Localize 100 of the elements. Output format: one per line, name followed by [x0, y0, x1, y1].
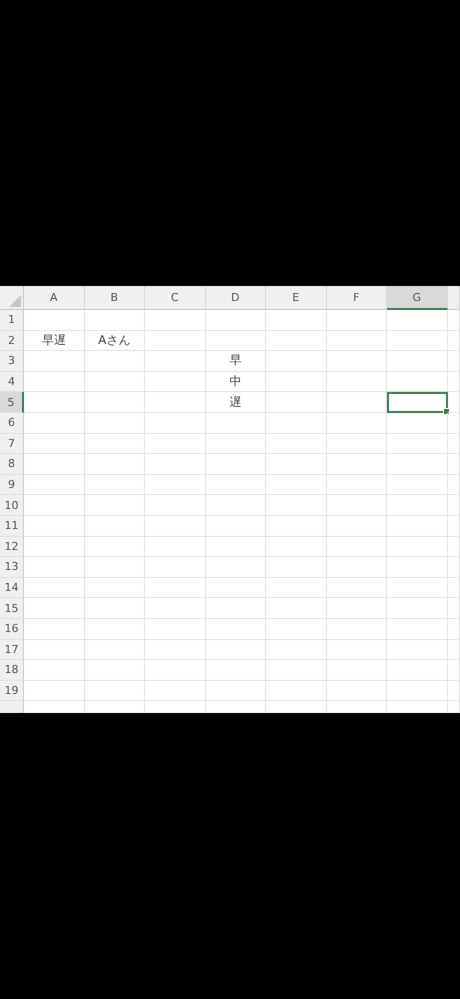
table-cell[interactable] [84, 536, 145, 558]
select-all-button[interactable] [0, 286, 24, 310]
table-cell[interactable] [387, 351, 448, 372]
row-header[interactable] [0, 701, 24, 713]
table-cell[interactable] [266, 392, 326, 413]
table-cell[interactable] [84, 392, 145, 413]
row-header[interactable]: 4 [0, 372, 24, 392]
row-header[interactable]: 9 [0, 474, 24, 496]
table-cell[interactable] [206, 454, 266, 475]
row-header[interactable]: 6 [0, 412, 24, 434]
table-cell[interactable] [24, 454, 84, 475]
table-cell[interactable] [326, 598, 387, 619]
table-cell[interactable] [266, 351, 326, 372]
table-cell[interactable] [206, 310, 266, 331]
table-cell[interactable] [266, 454, 326, 475]
row-header[interactable]: 8 [0, 454, 24, 475]
table-cell[interactable] [448, 495, 460, 516]
table-cell[interactable] [145, 578, 206, 598]
row-header[interactable]: 11 [0, 516, 24, 537]
table-cell[interactable] [326, 310, 387, 331]
column-header[interactable]: E [266, 286, 326, 310]
table-cell[interactable]: 中 [206, 372, 266, 392]
table-cell[interactable] [24, 640, 84, 660]
table-cell[interactable] [145, 640, 206, 660]
table-cell[interactable] [24, 516, 84, 537]
table-cell[interactable] [448, 578, 460, 598]
table-cell[interactable] [84, 310, 145, 331]
table-cell[interactable] [145, 454, 206, 475]
table-cell[interactable] [145, 434, 206, 454]
table-cell[interactable] [24, 557, 84, 578]
table-cell[interactable] [266, 412, 326, 434]
table-cell[interactable] [145, 660, 206, 681]
table-cell[interactable] [24, 618, 84, 640]
table-cell[interactable] [266, 372, 326, 392]
table-cell[interactable] [84, 598, 145, 619]
table-cell[interactable]: 早 [206, 351, 266, 372]
table-cell[interactable] [448, 640, 460, 660]
table-cell[interactable] [84, 680, 145, 702]
row-header[interactable]: 1 [0, 310, 24, 331]
table-cell[interactable] [206, 536, 266, 558]
table-cell[interactable] [448, 474, 460, 496]
table-cell[interactable] [326, 578, 387, 598]
table-cell[interactable] [145, 598, 206, 619]
table-cell[interactable] [24, 660, 84, 681]
table-cell[interactable] [206, 598, 266, 619]
table-cell[interactable] [84, 618, 145, 640]
table-cell[interactable] [24, 351, 84, 372]
table-cell[interactable]: 遅 [206, 392, 266, 413]
table-cell[interactable] [145, 680, 206, 702]
table-cell[interactable] [326, 660, 387, 681]
table-cell[interactable] [84, 351, 145, 372]
table-cell[interactable] [24, 434, 84, 454]
table-cell[interactable] [448, 351, 460, 372]
column-header[interactable]: B [84, 286, 145, 310]
table-cell[interactable] [448, 660, 460, 681]
table-cell[interactable] [448, 392, 460, 413]
table-cell[interactable] [448, 618, 460, 640]
row-header[interactable]: 19 [0, 680, 24, 702]
row-header[interactable]: 13 [0, 557, 24, 578]
table-cell[interactable] [84, 516, 145, 537]
table-cell[interactable] [266, 598, 326, 619]
table-cell[interactable] [24, 495, 84, 516]
table-cell[interactable] [84, 578, 145, 598]
table-cell[interactable] [24, 474, 84, 496]
table-cell[interactable] [448, 330, 460, 352]
table-cell[interactable] [448, 680, 460, 702]
table-cell[interactable] [266, 474, 326, 496]
table-cell[interactable] [145, 351, 206, 372]
table-cell[interactable] [266, 310, 326, 331]
table-cell[interactable] [326, 351, 387, 372]
table-cell[interactable] [326, 454, 387, 475]
table-cell[interactable] [84, 434, 145, 454]
table-cell[interactable] [387, 495, 448, 516]
table-cell[interactable] [326, 434, 387, 454]
table-cell[interactable] [448, 434, 460, 454]
table-cell[interactable] [387, 618, 448, 640]
table-cell[interactable] [448, 372, 460, 392]
table-cell[interactable] [266, 618, 326, 640]
table-cell[interactable] [387, 474, 448, 496]
table-cell[interactable] [448, 310, 460, 331]
fill-handle[interactable] [442, 408, 450, 415]
table-cell[interactable] [266, 516, 326, 537]
column-header[interactable]: A [24, 286, 84, 310]
table-cell[interactable] [84, 474, 145, 496]
table-cell[interactable] [387, 660, 448, 681]
row-header[interactable]: 7 [0, 434, 24, 454]
table-cell[interactable] [387, 434, 448, 454]
table-cell[interactable] [84, 640, 145, 660]
table-cell[interactable] [145, 392, 206, 413]
table-cell[interactable] [387, 680, 448, 702]
table-cell[interactable] [448, 454, 460, 475]
table-cell[interactable] [326, 372, 387, 392]
row-header[interactable]: 14 [0, 578, 24, 598]
table-cell[interactable] [266, 330, 326, 352]
table-cell[interactable] [387, 578, 448, 598]
table-cell[interactable] [145, 495, 206, 516]
table-cell[interactable] [24, 412, 84, 434]
table-cell[interactable] [206, 618, 266, 640]
table-cell[interactable] [206, 434, 266, 454]
table-cell[interactable] [24, 680, 84, 702]
